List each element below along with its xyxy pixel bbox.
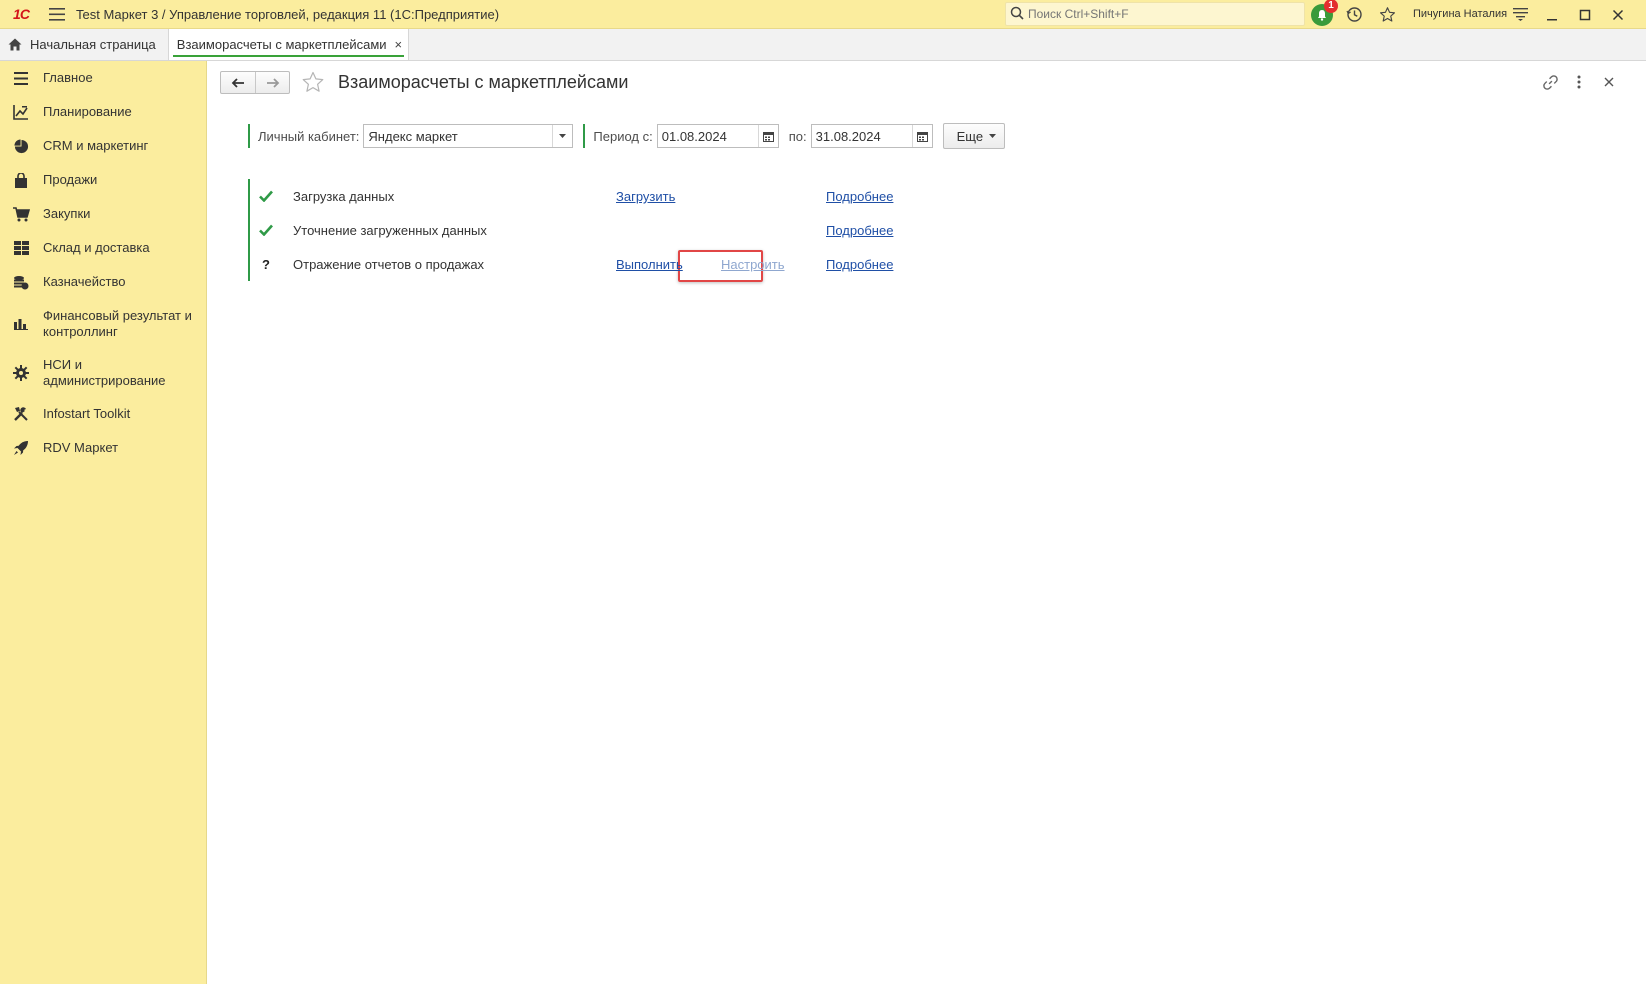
tab-mutual-settlements[interactable]: Взаиморасчеты с маркетплейсами × [168,29,410,60]
settings-menu-icon[interactable] [1505,0,1535,29]
sidebar-item-infostart-toolkit[interactable]: Infostart Toolkit [0,397,206,431]
coins-icon [12,273,30,291]
cart-icon [12,205,30,223]
close-window-icon[interactable] [1603,0,1633,29]
step-label: Уточнение загруженных данных [293,223,487,238]
checkmark-icon [258,222,274,238]
details-link[interactable]: Подробнее [826,223,893,238]
minimize-icon[interactable] [1537,0,1567,29]
more-actions-icon[interactable] [1568,71,1590,93]
history-icon[interactable] [1339,0,1369,29]
sidebar-item-warehouse[interactable]: Склад и доставка [0,231,206,265]
warehouse-grid-icon [12,239,30,257]
account-select[interactable]: Яндекс маркет [363,124,574,148]
menu-lines-icon [12,69,30,87]
pie-chart-icon [12,137,30,155]
tab-active-label: Взаиморасчеты с маркетплейсами [176,37,387,52]
calendar-icon[interactable] [911,125,932,147]
step-row: ? Отражение отчетов о продажах Выполнить… [248,247,968,282]
calendar-icon[interactable] [757,125,778,147]
main-menu-icon[interactable] [42,0,72,29]
1c-logo[interactable]: 1С [0,0,42,29]
configure-link[interactable]: Настроить [721,257,785,272]
close-form-icon[interactable] [1598,71,1620,93]
tab-home-label: Начальная страница [30,37,156,52]
load-link[interactable]: Загрузить [616,189,675,204]
notification-badge: 1 [1324,0,1338,13]
search-input[interactable] [1028,7,1288,21]
period-to-field[interactable]: 31.08.2024 [810,124,933,148]
close-tab-icon[interactable]: × [395,37,403,52]
sidebar-item-financial-result[interactable]: Финансовый результат и контроллинг [0,299,206,348]
period-from-value: 01.08.2024 [661,129,727,144]
rocket-icon [12,439,30,457]
checkmark-icon [258,188,274,204]
history-navigation [220,71,290,94]
account-label: Личный кабинет: [258,128,360,144]
sidebar-item-main[interactable]: Главное [0,61,206,95]
details-link[interactable]: Подробнее [826,257,893,272]
more-button[interactable]: Еще [942,123,1006,149]
bell-icon: 1 [1311,0,1338,26]
tab-bar: Начальная страница Взаиморасчеты с марке… [0,29,1646,61]
step-row: Загрузка данных Загрузить Подробнее [248,179,968,213]
tab-home[interactable]: Начальная страница [0,29,169,60]
app-title: Test Маркет 3 / Управление торговлей, ре… [76,6,500,22]
sidebar-item-planning[interactable]: Планирование [0,95,206,129]
sidebar-item-admin[interactable]: НСИ и администрирование [0,348,206,397]
arrow-left-icon [231,77,244,88]
sidebar-item-purchases[interactable]: Закупки [0,197,206,231]
execute-link[interactable]: Выполнить [616,257,683,272]
filters-row: Личный кабинет: Яндекс маркет Период с: … [248,123,1006,149]
main-content: Взаиморасчеты с маркетплейсами Личный ка… [208,61,1646,984]
forward-button[interactable] [255,72,289,93]
period-from-field[interactable]: 01.08.2024 [656,124,779,148]
link-icon[interactable] [1539,71,1561,93]
planning-chart-icon [12,103,30,121]
sidebar-item-treasury[interactable]: Казначейство [0,265,206,299]
account-value: Яндекс маркет [368,129,458,144]
shopping-bag-icon [12,171,30,189]
page-title: Взаиморасчеты с маркетплейсами [338,72,629,92]
sidebar-item-crm[interactable]: CRM и маркетинг [0,129,206,163]
step-row: Уточнение загруженных данных Подробнее [248,213,968,247]
arrow-right-icon [266,77,279,88]
filter-group-marker [583,124,586,148]
back-button[interactable] [221,72,255,93]
filter-group-marker [248,124,250,148]
global-search[interactable] [1005,2,1305,26]
period-to-value: 31.08.2024 [815,129,881,144]
tools-icon [12,405,30,423]
more-button-label: Еще [956,128,984,144]
period-to-label: по: [788,128,807,144]
sidebar-item-rdv-market[interactable]: RDV Маркет [0,431,206,465]
title-bar: 1С Test Маркет 3 / Управление торговлей,… [0,0,1646,29]
period-from-label: Период с: [593,128,653,144]
maximize-icon[interactable] [1570,0,1600,29]
notifications-button[interactable]: 1 [1307,0,1338,29]
user-name[interactable]: Пичугина Наталия [1413,8,1507,20]
question-mark-icon: ? [262,256,270,272]
add-to-favorites-star-icon[interactable] [301,70,325,97]
favorites-star-icon[interactable] [1372,0,1402,29]
home-icon [8,38,22,51]
chevron-down-icon [989,134,997,138]
bar-chart-icon [12,315,30,333]
search-icon [1010,6,1024,23]
dropdown-arrow-icon[interactable] [552,125,572,147]
sidebar: Главное Планирование CRM и маркетинг Про… [0,61,207,984]
sidebar-item-sales[interactable]: Продажи [0,163,206,197]
step-label: Загрузка данных [293,189,395,204]
details-link[interactable]: Подробнее [826,189,893,204]
gear-icon [12,364,30,382]
step-label: Отражение отчетов о продажах [293,257,485,272]
